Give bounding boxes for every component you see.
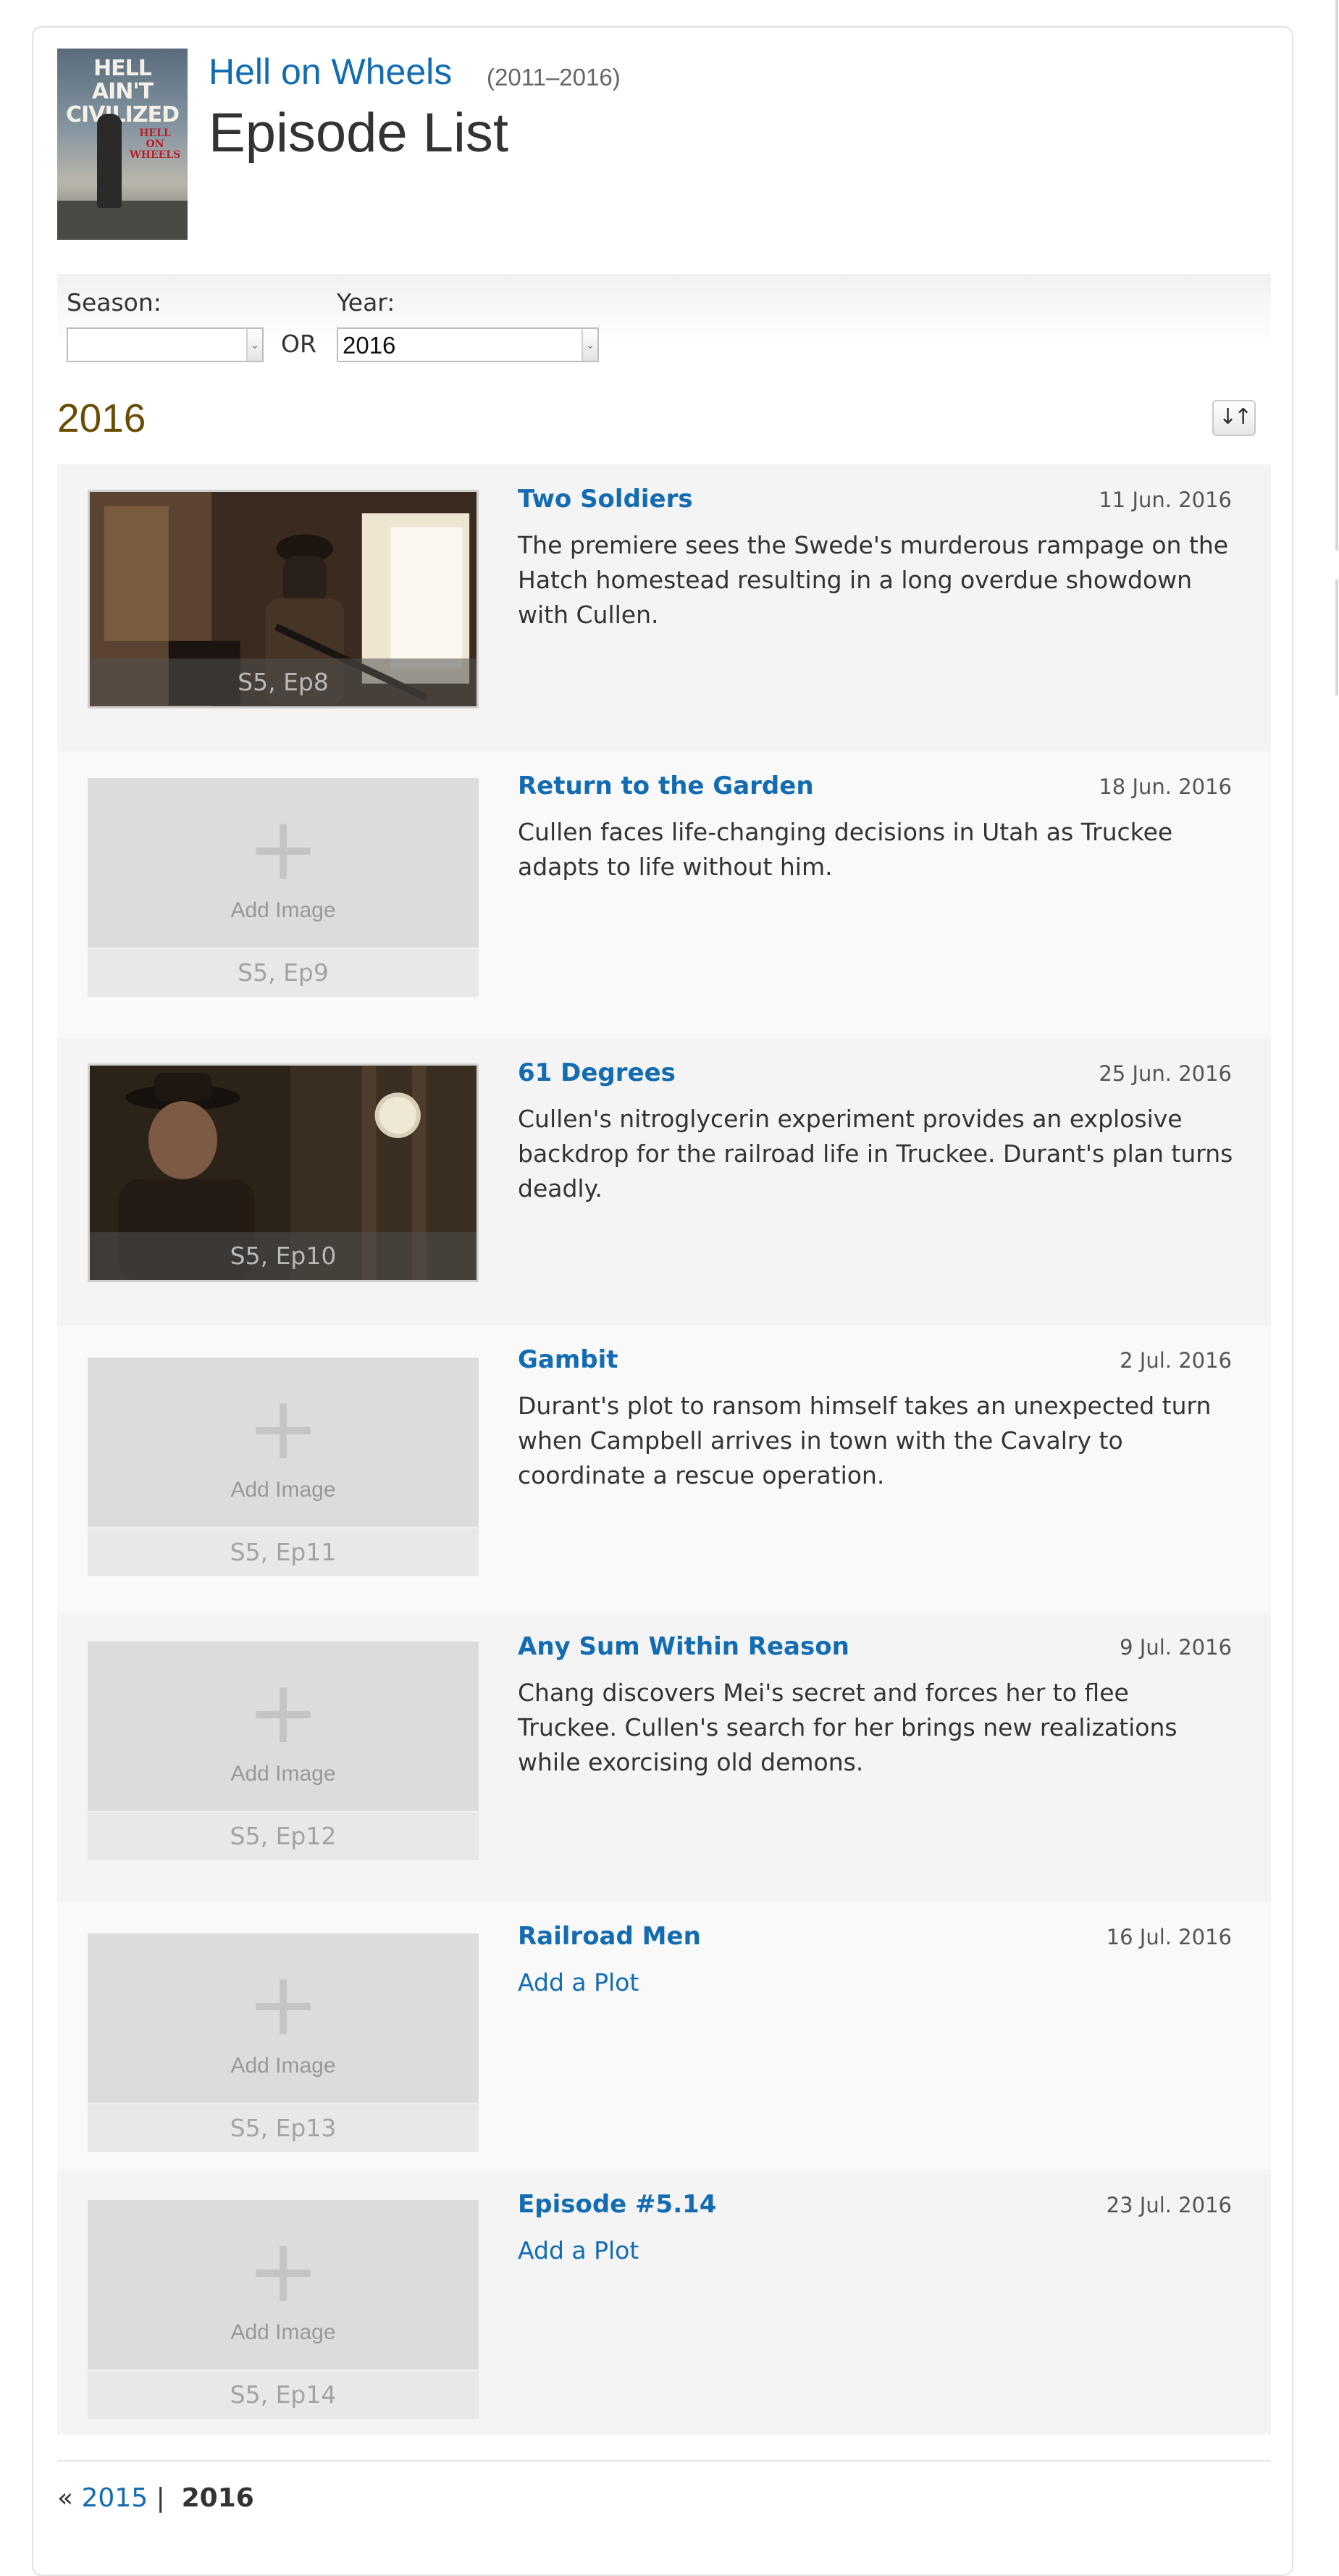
sort-button[interactable]: ↓↑	[1212, 400, 1256, 436]
episode-title-link[interactable]: Episode #5.14	[518, 2190, 716, 2219]
show-poster[interactable]: HELL AIN'T CIVILIZED HELL ON WHEELS	[57, 49, 188, 240]
episode-item: + Add Image S5, Ep9 Return to the Garden…	[57, 751, 1271, 1038]
episode-airdate: 2 Jul. 2016	[1120, 1348, 1232, 1373]
show-title-link[interactable]: Hell on Wheels	[209, 51, 452, 93]
add-image-placeholder[interactable]: + Add Image S5, Ep11	[88, 1358, 479, 1576]
episode-title-link[interactable]: 61 Degrees	[518, 1058, 676, 1087]
episode-item: S5, Ep8 Two Soldiers 11 Jun. 2016 The pr…	[57, 464, 1271, 751]
episode-list: S5, Ep8 Two Soldiers 11 Jun. 2016 The pr…	[57, 464, 1271, 2435]
plus-icon: +	[246, 1954, 320, 2055]
episode-item: + Add Image S5, Ep12 Any Sum Within Reas…	[57, 1612, 1271, 1902]
plus-icon: +	[246, 1379, 320, 1479]
current-year: 2016	[181, 2483, 254, 2513]
add-plot-link[interactable]: Add a Plot	[518, 2233, 1235, 2268]
season-label: Season:	[67, 288, 161, 317]
episode-title-link[interactable]: Any Sum Within Reason	[518, 1632, 849, 1661]
plus-icon: +	[246, 1663, 320, 1763]
episode-number: S5, Ep14	[88, 2370, 479, 2419]
episode-number: S5, Ep13	[88, 2103, 479, 2152]
episode-airdate: 18 Jun. 2016	[1099, 774, 1232, 799]
prev-arrow-icon: «	[57, 2483, 74, 2513]
show-years: (2011–2016)	[487, 64, 621, 91]
episode-number: S5, Ep11	[88, 1527, 479, 1576]
episode-airdate: 23 Jul. 2016	[1106, 2193, 1232, 2217]
episode-item: + Add Image S5, Ep14 Episode #5.14 23 Ju…	[57, 2170, 1271, 2435]
episode-item: S5, Ep10 61 Degrees 25 Jun. 2016 Cullen'…	[57, 1038, 1271, 1325]
poster-tagline: HELL AIN'T CIVILIZED	[66, 56, 180, 127]
or-label: OR	[281, 330, 316, 358]
add-image-placeholder[interactable]: + Add Image S5, Ep13	[88, 1933, 479, 2152]
add-image-placeholder[interactable]: + Add Image S5, Ep14	[88, 2200, 479, 2419]
pager-separator: |	[156, 2483, 165, 2513]
page-edge-divider	[1335, 580, 1338, 695]
episode-number: S5, Ep9	[88, 948, 479, 997]
pager-divider	[57, 2460, 1271, 2462]
add-image-label: Add Image	[230, 2054, 336, 2078]
episode-title-link[interactable]: Return to the Garden	[518, 771, 814, 800]
episode-airdate: 16 Jul. 2016	[1106, 1925, 1232, 1949]
sort-toggle-icon: ↓↑	[1218, 404, 1252, 430]
year-label: Year:	[337, 288, 395, 317]
add-image-label: Add Image	[230, 1762, 336, 1786]
episode-number: S5, Ep10	[90, 1232, 477, 1280]
episode-plot: Chang discovers Mei's secret and forces …	[518, 1678, 1178, 1776]
chevron-down-icon: ⌄	[246, 329, 262, 361]
season-select[interactable]: ⌄	[67, 327, 264, 362]
year-pager: « 2015 | 2016	[57, 2483, 254, 2513]
episode-airdate: 9 Jul. 2016	[1120, 1635, 1232, 1660]
prev-year-link[interactable]: 2015	[81, 2483, 148, 2513]
episode-title-link[interactable]: Gambit	[518, 1345, 618, 1374]
episode-item: + Add Image S5, Ep13 Railroad Men 16 Jul…	[57, 1902, 1271, 2170]
episode-airdate: 25 Jun. 2016	[1099, 1061, 1232, 1086]
add-image-label: Add Image	[230, 1478, 336, 1502]
chevron-down-icon: ⌄	[582, 329, 597, 361]
episode-number: S5, Ep8	[90, 658, 477, 706]
poster-figure	[97, 114, 122, 208]
add-image-label: Add Image	[230, 898, 336, 922]
episode-plot: The premiere sees the Swede's murderous …	[518, 531, 1229, 629]
add-image-label: Add Image	[230, 2320, 336, 2344]
episode-item: + Add Image S5, Ep11 Gambit 2 Jul. 2016 …	[57, 1325, 1271, 1612]
page-edge-divider	[1335, 0, 1338, 551]
episode-plot: Cullen's nitroglycerin experiment provid…	[518, 1105, 1233, 1203]
episode-title-link[interactable]: Two Soldiers	[518, 485, 693, 514]
add-plot-link[interactable]: Add a Plot	[518, 1965, 1235, 2000]
episode-airdate: 11 Jun. 2016	[1099, 488, 1232, 512]
episode-plot: Durant's plot to ransom himself takes an…	[518, 1392, 1212, 1489]
episode-image[interactable]: S5, Ep8	[88, 490, 479, 708]
episode-number: S5, Ep12	[88, 1811, 479, 1860]
page-title: Episode List	[209, 102, 509, 164]
episode-image[interactable]: S5, Ep10	[88, 1063, 479, 1282]
plus-icon: +	[246, 799, 320, 900]
episode-title-link[interactable]: Railroad Men	[518, 1922, 701, 1951]
year-heading: 2016	[57, 396, 146, 440]
year-select[interactable]: 2016 ⌄	[337, 327, 599, 362]
episode-plot: Cullen faces life-changing decisions in …	[518, 818, 1173, 881]
add-image-placeholder[interactable]: + Add Image S5, Ep9	[88, 778, 479, 997]
plus-icon: +	[246, 2221, 320, 2322]
year-select-value: 2016	[343, 332, 396, 359]
poster-title: HELL ON WHEELS	[130, 127, 181, 161]
add-image-placeholder[interactable]: + Add Image S5, Ep12	[88, 1642, 479, 1860]
